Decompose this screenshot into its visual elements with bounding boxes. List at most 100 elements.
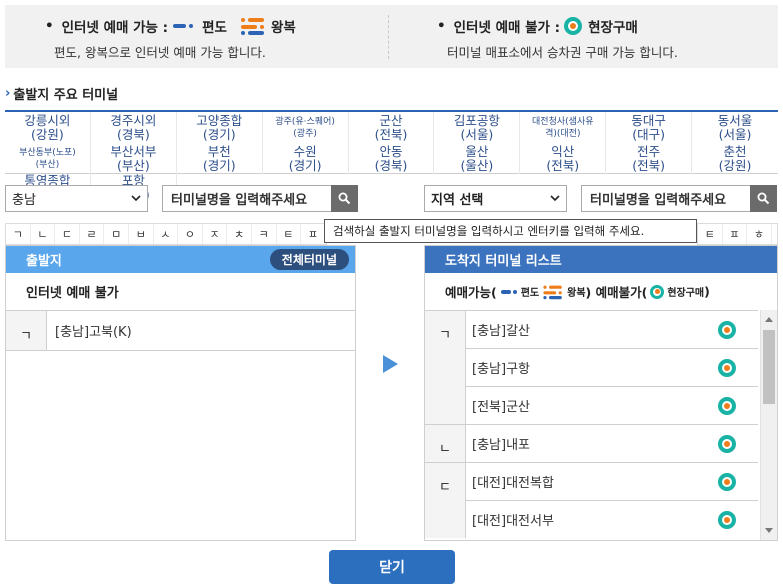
consonant-filter-button[interactable]: ㄹ	[80, 224, 105, 244]
consonant-filter-button[interactable]: ㅁ	[104, 224, 129, 244]
arrival-terminal-list: ㄱ [충남]갈산 [충남]구항 [전북]군산 ㄴ [충남]내포 ㄷ [대전]대전복합 [대전]대…	[425, 310, 758, 538]
terminal-link[interactable]: 군산 (전북)	[349, 112, 435, 143]
arrival-terminal-row[interactable]: [전북]군산	[425, 386, 758, 424]
consonant-filter-button[interactable]: ㅂ	[129, 224, 154, 244]
consonant-filter-button[interactable]: ㅇ	[178, 224, 203, 244]
consonant-filter-button[interactable]: ㅎ	[747, 224, 772, 244]
close-button[interactable]: 닫기	[329, 550, 455, 584]
arrival-terminal-row[interactable]: [충남]구항	[425, 348, 758, 386]
initial-consonant	[425, 386, 466, 424]
terminal-link[interactable]: 전주 (전북)	[606, 143, 693, 174]
terminal-name: [충남]내포	[472, 438, 530, 453]
chevron-down-icon	[131, 195, 141, 202]
onsite-purchase-icon	[718, 472, 736, 491]
departure-search-input[interactable]: 터미널명을 입력해주세요	[162, 185, 332, 212]
play-arrow-icon	[383, 355, 398, 373]
departure-region-select[interactable]: 충남	[5, 185, 148, 212]
departure-panel-header: 출발지 전체터미널	[6, 246, 355, 273]
arrival-region-select[interactable]: 지역 선택	[424, 185, 567, 212]
terminal-link[interactable]: 익산 (전북)	[520, 143, 607, 174]
terminal-link[interactable]: 춘천 (강원)	[692, 143, 778, 174]
consonant-filter-button[interactable]: ㅅ	[154, 224, 179, 244]
consonant-filter-button[interactable]: ㅍ	[723, 224, 748, 244]
consonant-filter-button[interactable]: ㅈ	[203, 224, 228, 244]
arrival-terminal-row[interactable]: ㄱ [충남]갈산	[425, 310, 758, 348]
consonant-filter-button[interactable]: ㅍ	[301, 224, 326, 244]
bullet: •	[437, 18, 446, 34]
arrival-terminal-row[interactable]: ㄴ [충남]내포	[425, 424, 758, 462]
onsite-purchase-icon	[718, 396, 736, 415]
terminal-name: [충남]구항	[472, 362, 530, 377]
terminal-link[interactable]: 광주(유·스퀘어) (광주)	[263, 112, 349, 143]
section-title: › 출발지 주요 터미널	[5, 86, 119, 103]
initial-consonant: ㄴ	[425, 424, 466, 462]
initial-consonant: ㄱ	[425, 310, 466, 348]
initial-consonant: ㄷ	[425, 462, 466, 500]
arrival-terminal-row[interactable]: ㄷ [대전]대전복합	[425, 462, 758, 500]
consonant-filter-button[interactable]: ㅌ	[698, 224, 723, 244]
departure-consonant-filter: ㄱㄴㄷㄹㅁㅂㅅㅇㅈㅊㅋㅌㅍ	[5, 223, 327, 245]
arrival-panel: 도착지 터미널 리스트 예매가능( 편도 왕복 ) 예매불가( 현장구매 ) ㄱ…	[424, 245, 778, 541]
terminal-name: [충남]갈산	[472, 324, 530, 339]
terminal-link[interactable]: 김포공항 (서울)	[434, 112, 521, 143]
initial-consonant	[425, 500, 466, 538]
chevron-down-icon	[550, 195, 560, 202]
major-terminal-grid: 강릉시외 (강원) 경주시외 (경북) 고양종합 (경기) 광주(유·스퀘어) (광주) 군산(…	[5, 110, 778, 202]
legend-oneway-label: 편도	[202, 20, 227, 36]
legend-unavailable-label: 인터넷 예매 불가 :	[453, 20, 561, 36]
terminal-name: [대전]대전복합	[472, 476, 554, 491]
terminal-link[interactable]: 동서울 (서울)	[692, 112, 778, 143]
onsite-purchase-icon	[718, 510, 736, 529]
all-terminals-button[interactable]: 전체터미널	[269, 249, 349, 270]
legend-available-label: 인터넷 예매 가능 :	[61, 20, 169, 36]
departure-terminal-row[interactable]: ㄱ [충남]고북(K)	[6, 310, 355, 351]
legend-available-desc: 편도, 왕복으로 인터넷 예매 가능 합니다.	[54, 45, 266, 60]
scroll-up-icon[interactable]	[765, 317, 773, 322]
oneway-icon	[172, 19, 196, 33]
terminal-link[interactable]: 울산 (울산)	[434, 143, 521, 174]
onsite-purchase-icon	[718, 320, 736, 339]
arrival-panel-header: 도착지 터미널 리스트	[425, 246, 777, 273]
terminal-link[interactable]: 대전청사(샘사유 격)(대전)	[520, 112, 607, 143]
legend-roundtrip-label: 왕복	[270, 20, 296, 36]
arrival-legend: 예매가능( 편도 왕복 ) 예매불가( 현장구매 )	[445, 284, 710, 300]
roundtrip-icon	[240, 17, 265, 35]
terminal-name: [전북]군산	[472, 400, 530, 415]
legend-online-unavailable: • 인터넷 예매 불가 : 현장구매 터미널 매표소에서 승차권 구매 가능 합…	[389, 5, 778, 68]
terminal-name: [충남]고북(K)	[55, 325, 132, 340]
arrival-search-button[interactable]	[750, 185, 777, 212]
search-tooltip: 검색하실 출발지 터미널명을 입력하시고 엔터키를 입력해 주세요.	[324, 219, 697, 243]
terminal-link[interactable]: 부천 (경기)	[177, 143, 263, 174]
terminal-link[interactable]: 동대구 (대구)	[606, 112, 693, 143]
terminal-link[interactable]: 부산서부 (부산)	[91, 143, 177, 174]
terminal-link[interactable]: 강릉시외 (강원)	[5, 112, 91, 143]
consonant-filter-button[interactable]: ㄴ	[31, 224, 56, 244]
terminal-link[interactable]: 고양종합 (경기)	[177, 112, 263, 143]
terminal-link[interactable]: 경주시외 (경북)	[91, 112, 177, 143]
consonant-filter-button[interactable]: ㅋ	[252, 224, 277, 244]
onsite-purchase-icon	[564, 17, 583, 35]
arrival-terminal-row[interactable]: [대전]대전서부	[425, 500, 758, 538]
onsite-purchase-icon	[718, 358, 736, 377]
arrival-consonant-filter: ㅌㅍㅎ	[697, 223, 778, 245]
onsite-purchase-icon	[718, 434, 736, 453]
legend-onsite-label: 현장구매	[588, 20, 638, 36]
terminal-link[interactable]: 안동 (경북)	[349, 143, 435, 174]
consonant-filter-button[interactable]: ㅊ	[227, 224, 252, 244]
terminal-link[interactable]: 수원 (경기)	[263, 143, 349, 174]
chevron-right-icon: ›	[5, 86, 11, 101]
consonant-filter-button[interactable]: ㄱ	[6, 224, 31, 244]
scroll-thumb[interactable]	[763, 330, 775, 404]
search-icon	[757, 192, 770, 205]
departure-search-button[interactable]	[331, 185, 358, 212]
scroll-down-icon[interactable]	[765, 528, 773, 533]
consonant-filter-button[interactable]: ㄷ	[55, 224, 80, 244]
terminal-link[interactable]: 부산동부(노포) (부산)	[5, 143, 91, 174]
consonant-filter-button[interactable]: ㅌ	[277, 224, 302, 244]
legend-unavailable-desc: 터미널 매표소에서 승차권 구매 가능 합니다.	[447, 45, 678, 60]
bullet: •	[45, 18, 54, 34]
legend-online-available: • 인터넷 예매 가능 : 편도 왕복 편도, 왕복으로 인터넷 예매 가능 합…	[5, 5, 388, 68]
arrival-search-input[interactable]: 터미널명을 입력해주세요	[581, 185, 751, 212]
scrollbar[interactable]	[760, 310, 777, 540]
onsite-purchase-icon	[650, 284, 665, 299]
